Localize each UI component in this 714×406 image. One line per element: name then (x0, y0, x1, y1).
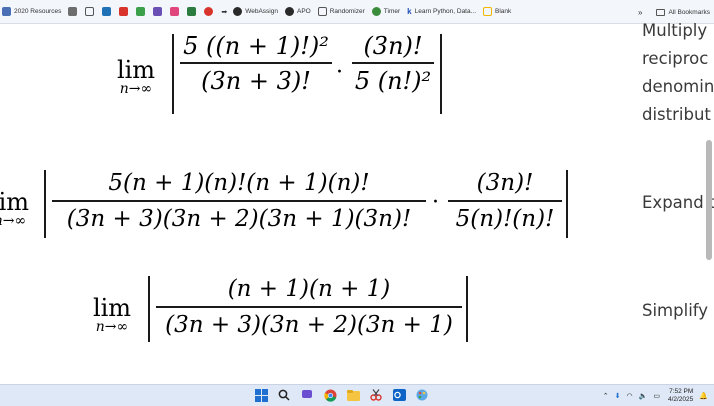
scrollbar[interactable] (706, 140, 712, 260)
arrow-icon: ➡ (221, 8, 228, 16)
snipping-tool-icon[interactable] (369, 388, 383, 402)
battery-icon[interactable]: ▭ (653, 392, 660, 400)
webassign-icon (233, 7, 243, 16)
multiply-dot: · (432, 190, 439, 215)
timer-icon (371, 7, 381, 16)
denominator: 5 (n!)² (354, 66, 432, 95)
lim-word: lim (92, 294, 132, 322)
folder-icon[interactable] (85, 7, 95, 16)
fraction-row3-1: (n + 1)(n + 1) (3n + 3)(3n + 2)(3n + 1) (156, 272, 462, 342)
apo-icon (284, 7, 294, 16)
note-distribute: distribut (642, 105, 711, 124)
fraction-row1-1: 5 ((n + 1)!)² (3n + 3)! (180, 30, 332, 98)
denominator: (3n + 3)(3n + 2)(3n + 1) (165, 311, 453, 338)
numerator: (n + 1)(n + 1) (227, 276, 391, 302)
bookmark-icon-red-2[interactable] (204, 7, 214, 16)
randomizer-icon (317, 7, 327, 16)
folder-icon (656, 8, 666, 16)
bookmark-icon-green[interactable] (136, 7, 146, 16)
note-multiply: Multiply (642, 21, 708, 40)
drive-icon[interactable] (187, 7, 197, 16)
windows-start-icon[interactable] (254, 388, 268, 402)
blank-icon (483, 7, 493, 16)
numerator: (3n)! (476, 170, 534, 196)
bookmark-randomizer[interactable]: Randomizer (317, 7, 365, 16)
bookmark-apo[interactable]: APO (284, 7, 311, 16)
paint-icon[interactable] (415, 388, 429, 402)
system-tray: ⌃ ⬇ ◠ 🔈 ▭ 7:52 PM 4/2/2025 🔔 (597, 385, 708, 406)
limit-row1: lim n→∞ (108, 58, 164, 96)
chrome-icon[interactable] (323, 388, 337, 402)
lim-subscript: n→∞ (0, 213, 27, 229)
denominator: 5(n)!(n)! (455, 205, 555, 232)
time: 7:52 PM (669, 387, 694, 395)
abs-bar-left (172, 34, 174, 114)
bookmark-webassign[interactable]: WebAssign (233, 7, 278, 16)
file-explorer-icon[interactable] (346, 388, 360, 402)
all-bookmarks-button[interactable]: All Bookmarks (668, 9, 710, 16)
bookmarks-bar: 2020 Resources ➡ WebAssign APO Randomize… (0, 0, 714, 24)
note-expand: Expand t (642, 193, 714, 212)
taskbar-apps (254, 388, 438, 402)
search-icon[interactable] (277, 388, 291, 402)
chevron-up-icon[interactable]: ⌃ (603, 392, 609, 400)
bookmark-2020-resources[interactable]: 2020 Resources (2, 7, 61, 16)
note-denominator: denomin (642, 77, 714, 96)
bookmark-icon-red[interactable] (119, 7, 129, 16)
bookmark-learn-python[interactable]: k Learn Python, Data... (407, 7, 476, 16)
numerator: 5 ((n + 1)!)² (183, 32, 329, 60)
denominator: (3n + 3)(3n + 2)(3n + 1)(3n)! (66, 205, 412, 232)
note-reciprocal: reciproc (642, 49, 709, 68)
chat-icon[interactable] (300, 388, 314, 402)
grid-icon[interactable] (68, 7, 78, 16)
bookmark-timer[interactable]: Timer (371, 7, 400, 16)
note-simplify: Simplify (642, 301, 709, 320)
lim-word: lim (116, 56, 156, 84)
abs-bar-right (440, 34, 442, 114)
wifi-icon[interactable]: ◠ (627, 392, 633, 400)
taskbar: ⌃ ⬇ ◠ 🔈 ▭ 7:52 PM 4/2/2025 🔔 (0, 384, 714, 406)
numerator: 5(n + 1)(n)!(n + 1)(n)! (108, 170, 370, 196)
limit-row2: lim n→∞ (0, 190, 36, 228)
lim-subscript: n→∞ (95, 319, 129, 335)
date: 4/2/2025 (667, 395, 694, 403)
multiply-dot: · (336, 60, 343, 85)
lim-word: lim (0, 188, 30, 216)
clock[interactable]: 7:52 PM 4/2/2025 (668, 388, 693, 404)
k-icon: k (407, 7, 412, 16)
more-bookmarks-button[interactable]: » (638, 8, 642, 17)
download-icon[interactable]: ⬇ (615, 392, 621, 400)
volume-icon[interactable]: 🔈 (639, 392, 648, 400)
fraction-row1-2: (3n)! 5 (n!)² (352, 30, 434, 98)
abs-bar-right (566, 170, 568, 238)
fraction-row2-2: (3n)! 5(n)!(n)! (448, 166, 562, 236)
bookmark-blank[interactable]: Blank (483, 7, 511, 16)
numerator: (3n)! (363, 32, 423, 60)
bookmark-icon-pink[interactable] (170, 7, 180, 16)
abs-bar-right (466, 276, 468, 342)
notification-bell-icon[interactable]: 🔔 (699, 392, 708, 400)
abs-bar-left (148, 276, 150, 342)
bookmark-icon-blue[interactable] (102, 7, 112, 16)
lim-subscript: n→∞ (119, 81, 153, 97)
bookmark-icon-purple[interactable] (153, 7, 163, 16)
abs-bar-left (44, 170, 46, 238)
outlook-icon[interactable] (392, 388, 406, 402)
limit-row3: lim n→∞ (84, 296, 140, 334)
folder-icon (2, 7, 11, 16)
fraction-row2-1: 5(n + 1)(n)!(n + 1)(n)! (3n + 3)(3n + 2)… (52, 166, 426, 236)
denominator: (3n + 3)! (201, 66, 311, 95)
